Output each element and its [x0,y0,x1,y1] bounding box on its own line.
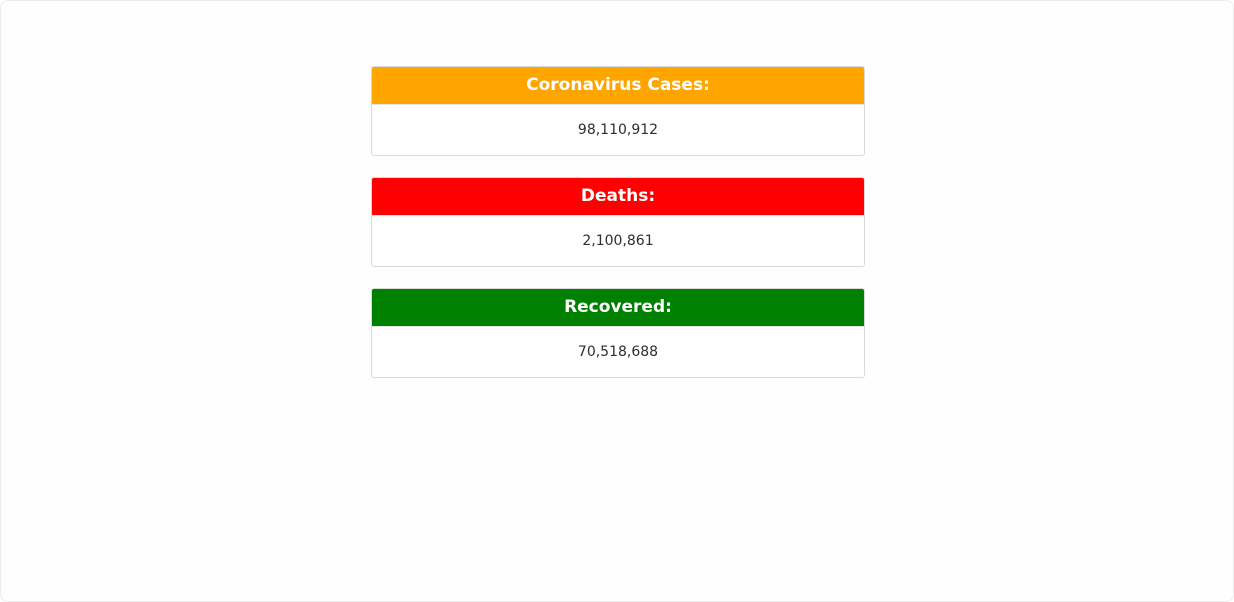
cases-card: Coronavirus Cases: 98,110,912 [371,66,865,156]
deaths-card: Deaths: 2,100,861 [371,177,865,267]
deaths-card-value: 2,100,861 [372,215,864,266]
stats-stack: Coronavirus Cases: 98,110,912 Deaths: 2,… [371,66,865,399]
cases-card-title: Coronavirus Cases: [372,67,864,104]
cases-card-value: 98,110,912 [372,104,864,155]
recovered-card-title: Recovered: [372,289,864,326]
recovered-card-value: 70,518,688 [372,326,864,377]
page: Coronavirus Cases: 98,110,912 Deaths: 2,… [0,0,1234,602]
deaths-card-title: Deaths: [372,178,864,215]
recovered-card: Recovered: 70,518,688 [371,288,865,378]
